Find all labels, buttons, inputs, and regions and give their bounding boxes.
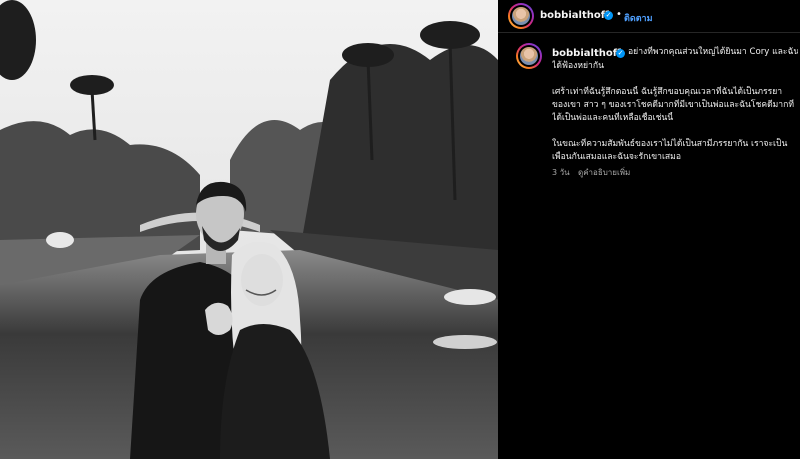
see-translation-link[interactable]: ดูคำอธิบายเพิ่ม <box>578 166 630 179</box>
caption-line: ในขณะที่ความสัมพันธ์ของเราไม่ได้เป็นสามี… <box>552 139 788 149</box>
caption-line: อย่างที่พวกคุณส่วนใหญ่ได้ยินมา Cory และฉ… <box>628 47 798 57</box>
profile-avatar-icon[interactable] <box>508 3 534 29</box>
caption-line: ของเขา สาว ๆ ของเราโชคดีมากที่มีเขาเป็นพ… <box>552 100 795 110</box>
header-separator: • <box>616 9 622 20</box>
caption-username[interactable]: bobbialthoff <box>552 48 621 59</box>
verified-badge-icon: ✓ <box>616 49 625 58</box>
post-side-panel: bobbialthoff ✓ • ติดตาม bobbialthoff ✓ อ… <box>498 0 800 459</box>
caption-avatar-icon[interactable] <box>516 43 542 69</box>
caption-line: ได้เป็นพ่อและคนที่เหลือเชื่อเช่นนี้ <box>552 113 674 123</box>
post-photo <box>0 0 498 459</box>
caption-line: เศร้าเท่าที่ฉันรู้สึกตอนนี้ ฉันรู้สึกขอบ… <box>552 87 783 97</box>
header-username[interactable]: bobbialthoff <box>540 10 609 21</box>
caption-line: ได้ฟ้องหย่ากัน <box>552 61 604 71</box>
post-header: bobbialthoff ✓ • ติดตาม <box>498 0 800 33</box>
post-timestamp[interactable]: 3 วัน <box>552 166 570 179</box>
verified-badge-icon: ✓ <box>604 11 613 20</box>
caption-line: เพื่อนกันเสมอและฉันจะรักเขาเสมอ <box>552 152 681 162</box>
post-image[interactable] <box>0 0 498 459</box>
follow-button[interactable]: ติดตาม <box>624 11 653 25</box>
